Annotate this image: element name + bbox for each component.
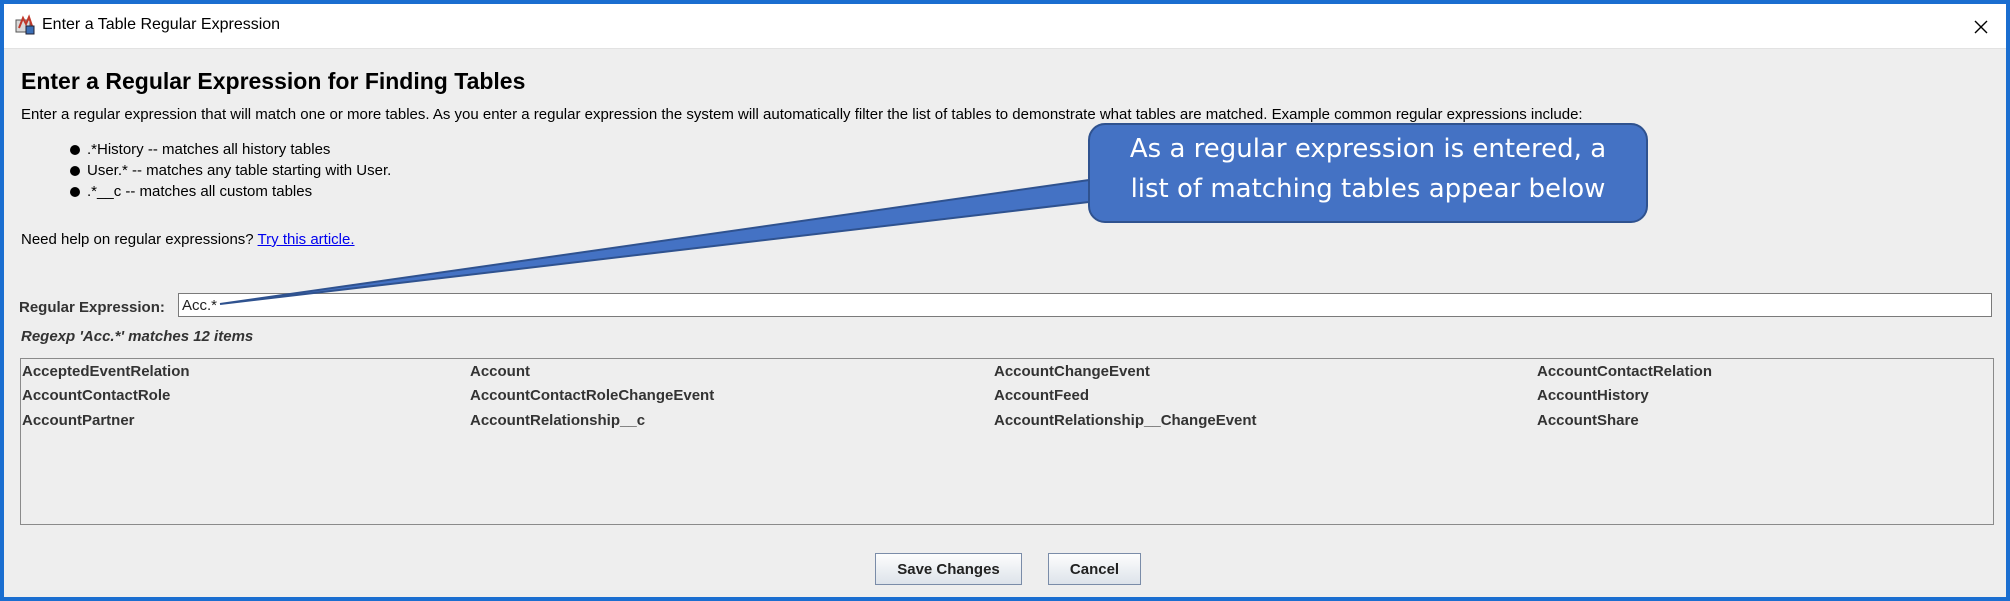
example-item: .*__c -- matches all custom tables	[70, 181, 391, 202]
table-item[interactable]: AccountHistory	[1537, 387, 1649, 404]
table-item[interactable]: AccountPartner	[22, 412, 135, 429]
help-prefix: Need help on regular expressions?	[21, 231, 258, 248]
help-article-link[interactable]: Try this article.	[258, 231, 355, 248]
example-item: .*History -- matches all history tables	[70, 139, 391, 160]
table-item[interactable]: AccountChangeEvent	[994, 363, 1150, 380]
table-item[interactable]: AccountContactRole	[22, 387, 170, 404]
matching-tables-list[interactable]: AcceptedEventRelation Account AccountCha…	[20, 358, 1994, 525]
bullet-icon	[70, 166, 80, 176]
table-item[interactable]: AccountRelationship__c	[470, 412, 645, 429]
regex-input[interactable]	[178, 293, 1992, 317]
save-changes-button[interactable]: Save Changes	[875, 553, 1022, 585]
callout-line-1: As a regular expression is entered, a	[1129, 134, 1607, 164]
table-item[interactable]: AccountContactRoleChangeEvent	[470, 387, 714, 404]
regex-label: Regular Expression:	[19, 299, 165, 316]
title-bar[interactable]: Enter a Table Regular Expression	[4, 4, 2006, 49]
callout-line-2: list of matching tables appear below	[1130, 174, 1606, 204]
close-button[interactable]	[1964, 10, 1998, 44]
table-item[interactable]: AccountContactRelation	[1537, 363, 1712, 380]
dialog-content: Enter a Regular Expression for Finding T…	[4, 48, 2006, 597]
table-item[interactable]: AccountRelationship__ChangeEvent	[994, 412, 1257, 429]
example-item: User.* -- matches any table starting wit…	[70, 160, 391, 181]
table-item[interactable]: AcceptedEventRelation	[22, 363, 190, 380]
cancel-button[interactable]: Cancel	[1048, 553, 1141, 585]
dialog-window: Enter a Table Regular Expression Enter a…	[0, 0, 2010, 601]
callout-text: As a regular expression is entered, a li…	[1089, 129, 1647, 209]
match-summary: Regexp 'Acc.*' matches 12 items	[21, 328, 254, 345]
intro-text: Enter a regular expression that will mat…	[21, 106, 1583, 123]
window-title: Enter a Table Regular Expression	[42, 16, 281, 33]
close-icon	[1974, 20, 1988, 34]
help-text: Need help on regular expressions? Try th…	[21, 231, 355, 248]
bullet-icon	[70, 145, 80, 155]
table-item[interactable]: AccountShare	[1537, 412, 1639, 429]
java-app-icon	[15, 14, 35, 35]
table-item[interactable]: Account	[470, 363, 530, 380]
example-list: .*History -- matches all history tables …	[70, 139, 391, 202]
bullet-icon	[70, 187, 80, 197]
table-item[interactable]: AccountFeed	[994, 387, 1089, 404]
dialog-heading: Enter a Regular Expression for Finding T…	[21, 68, 526, 94]
